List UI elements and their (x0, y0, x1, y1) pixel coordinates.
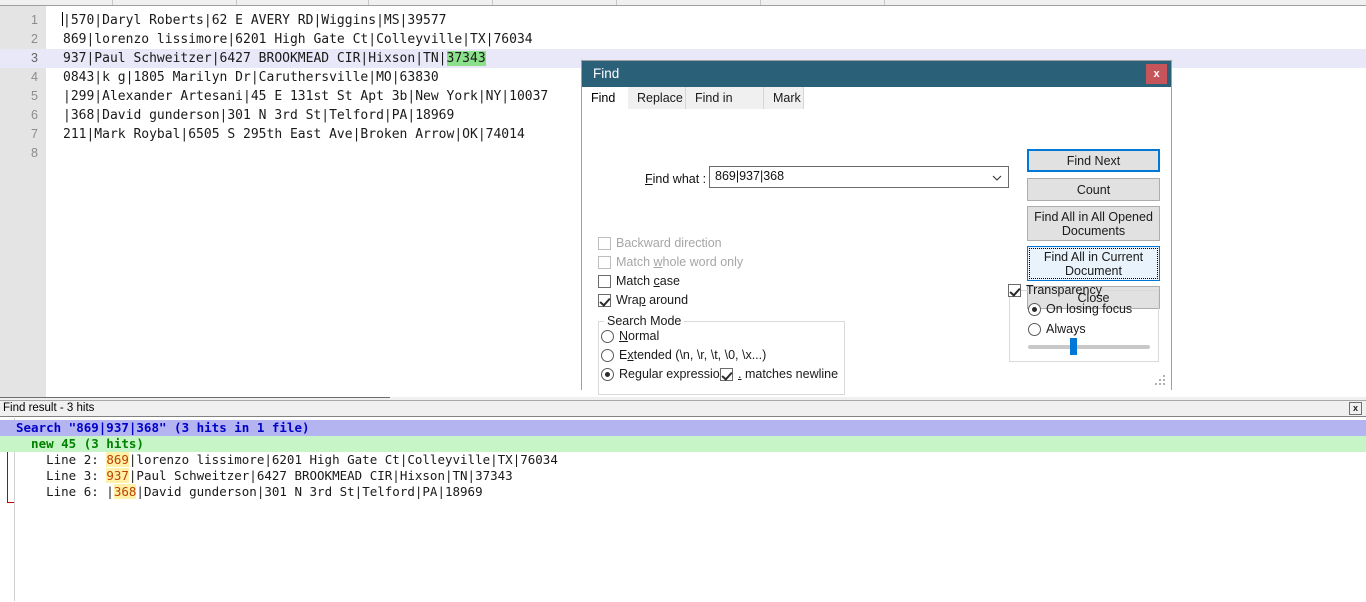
radio-label: Regular expression (619, 367, 727, 381)
line-number: 2 (31, 32, 38, 46)
search-mode-group-title: Search Mode (604, 314, 685, 328)
find-result-hit-row[interactable]: Line 3: 937|Paul Schweitzer|6427 BROOKME… (0, 468, 1366, 484)
radio-circle[interactable] (601, 368, 614, 381)
checkbox-label: . matches newline (738, 367, 839, 381)
line-number: 6 (31, 108, 38, 122)
editor-line-text: 211|Mark Roybal|6505 S 295th East Ave|Br… (63, 127, 525, 142)
fold-tree-foot (7, 502, 14, 503)
find-what-label: Find what : (645, 172, 707, 186)
splitter-grip (0, 397, 390, 398)
line-number: 8 (31, 146, 38, 160)
line-number: 1 (31, 13, 38, 27)
count-button[interactable]: Count (1027, 178, 1160, 201)
find-dialog-title: Find (593, 66, 620, 81)
resize-grip[interactable] (1155, 375, 1167, 387)
find-result-file-row[interactable]: new 45 (3 hits) (0, 436, 1366, 452)
checkbox-label: Transparency (1026, 283, 1102, 297)
line-number: 3 (31, 51, 38, 65)
hit-line-label: Line 2: (16, 452, 107, 467)
find-result-panel: Find result - 3 hits x Search "869|937|3… (0, 400, 1366, 602)
find-result-hit-row-text: Line 6: |368|David gunderson|301 N 3rd S… (16, 484, 483, 500)
find-result-hit-row-text: Line 2: 869|lorenzo lissimore|6201 High … (16, 452, 558, 468)
find-result-hit-row[interactable]: Line 6: |368|David gunderson|301 N 3rd S… (0, 484, 1366, 500)
editor-line-text: 0843|k g|1805 Marilyn Dr|Caruthersville|… (63, 70, 439, 85)
radio-circle[interactable] (601, 349, 614, 362)
hit-match: 869 (106, 452, 129, 467)
btn-line-2: Document (1065, 263, 1122, 278)
editor-line-text: 937|Paul Schweitzer|6427 BROOKMEAD CIR|H… (63, 51, 486, 66)
editor-line-text: |299|Alexander Artesani|45 E 131st St Ap… (63, 89, 549, 104)
find-what-value: 869|937|368 (715, 169, 785, 183)
text-caret (62, 12, 63, 26)
tab-find[interactable]: Find (582, 87, 628, 109)
find-result-hit-row[interactable]: Line 2: 869|lorenzo lissimore|6201 High … (0, 452, 1366, 468)
radio-circle[interactable] (1028, 303, 1041, 316)
radio-circle[interactable] (1028, 323, 1041, 336)
checkbox-box[interactable] (720, 368, 733, 381)
search-match-highlight: 37343 (446, 51, 486, 66)
find-dialog-body: Find Replace Find in Files Mark Find wha… (582, 87, 1171, 395)
line-number: 4 (31, 70, 38, 84)
find-dialog-titlebar[interactable]: Find x (582, 61, 1171, 87)
editor-line-text: |368|David gunderson|301 N 3rd St|Telfor… (63, 108, 455, 123)
find-tab-page: Find what : 869|937|368 Find Next Count … (582, 109, 1171, 395)
notepadpp-window: 1 |570|Daryl Roberts|62 E AVERY RD|Wiggin… (0, 0, 1366, 602)
line-number: 5 (31, 89, 38, 103)
find-result-title: Find result - 3 hits (3, 402, 95, 414)
editor-line-text: |570|Daryl Roberts|62 E AVERY RD|Wiggins… (62, 12, 447, 28)
find-dialog: Find x Find Replace Find in Files Mark F… (581, 60, 1172, 395)
transparency-slider[interactable] (1028, 338, 1150, 355)
find-result-search-row[interactable]: Search "869|937|368" (3 hits in 1 file) (0, 420, 1366, 436)
checkbox-label: Backward direction (616, 236, 722, 250)
btn-line-1: Find All in Current (1043, 249, 1144, 264)
find-result-file-row-text: new 45 (3 hits) (16, 436, 144, 451)
btn-line-2: Documents (1061, 223, 1126, 238)
checkbox-box[interactable] (1008, 284, 1021, 297)
close-icon[interactable]: x (1146, 64, 1167, 84)
chevron-down-icon[interactable] (992, 172, 1002, 182)
radio-circle[interactable] (601, 330, 614, 343)
radio-label: Always (1046, 322, 1086, 336)
find-result-hit-row-text: Line 3: 937|Paul Schweitzer|6427 BROOKME… (16, 468, 513, 484)
checkbox-box[interactable] (598, 275, 611, 288)
find-all-in-all-opened-documents-button[interactable]: Find All in All Opened Documents (1027, 206, 1160, 241)
checkbox-label: Match case (616, 274, 680, 288)
hit-rest: |lorenzo lissimore|6201 High Gate Ct|Col… (128, 452, 558, 467)
find-result-body[interactable]: Search "869|937|368" (3 hits in 1 file) … (0, 417, 1366, 601)
checkbox-box[interactable] (598, 294, 611, 307)
radio-label: On losing focus (1046, 302, 1133, 316)
hit-match: 937 (106, 468, 129, 483)
find-next-button[interactable]: Find Next (1027, 149, 1160, 172)
editor-line[interactable]: 2 869|lorenzo lissimore|6201 High Gate Ct… (0, 30, 1366, 49)
hit-match: 368 (113, 484, 137, 499)
tab-find-in-files[interactable]: Find in Files (686, 87, 764, 127)
hit-line-label: Line 3: (16, 468, 107, 483)
tab-mark[interactable]: Mark (764, 87, 804, 109)
radio-label: Extended (\n, \r, \t, \0, \x...) (619, 348, 767, 362)
tab-replace[interactable]: Replace (628, 87, 686, 109)
find-all-in-current-document-button[interactable]: Find All in Current Document (1027, 246, 1160, 281)
radio-label: Normal (619, 329, 660, 343)
find-what-input[interactable]: 869|937|368 (709, 166, 1009, 188)
hit-rest: |David gunderson|301 N 3rd St|Telford|PA… (136, 484, 483, 499)
editor-line-text: 869|lorenzo lissimore|6201 High Gate Ct|… (63, 32, 533, 47)
hit-rest: |Paul Schweitzer|6427 BROOKMEAD CIR|Hixs… (128, 468, 513, 483)
checkbox-label: Wrap around (616, 293, 689, 307)
find-result-search-row-text: Search "869|937|368" (3 hits in 1 file) (16, 420, 310, 435)
checkbox-box (598, 256, 611, 269)
find-dialog-tabs: Find Replace Find in Files Mark (582, 87, 1171, 127)
line-number: 7 (31, 127, 38, 141)
transparency-slider-thumb[interactable] (1070, 338, 1077, 355)
find-result-header: Find result - 3 hits x (0, 400, 1366, 417)
find-result-close-icon[interactable]: x (1349, 402, 1362, 415)
hit-line-label: Line 6: | (16, 484, 114, 499)
checkbox-box (598, 237, 611, 250)
editor-line[interactable]: 1 |570|Daryl Roberts|62 E AVERY RD|Wiggin… (0, 11, 1366, 30)
checkbox-label: Match whole word only (616, 255, 744, 269)
btn-line-1: Find All in All Opened (1034, 209, 1153, 224)
